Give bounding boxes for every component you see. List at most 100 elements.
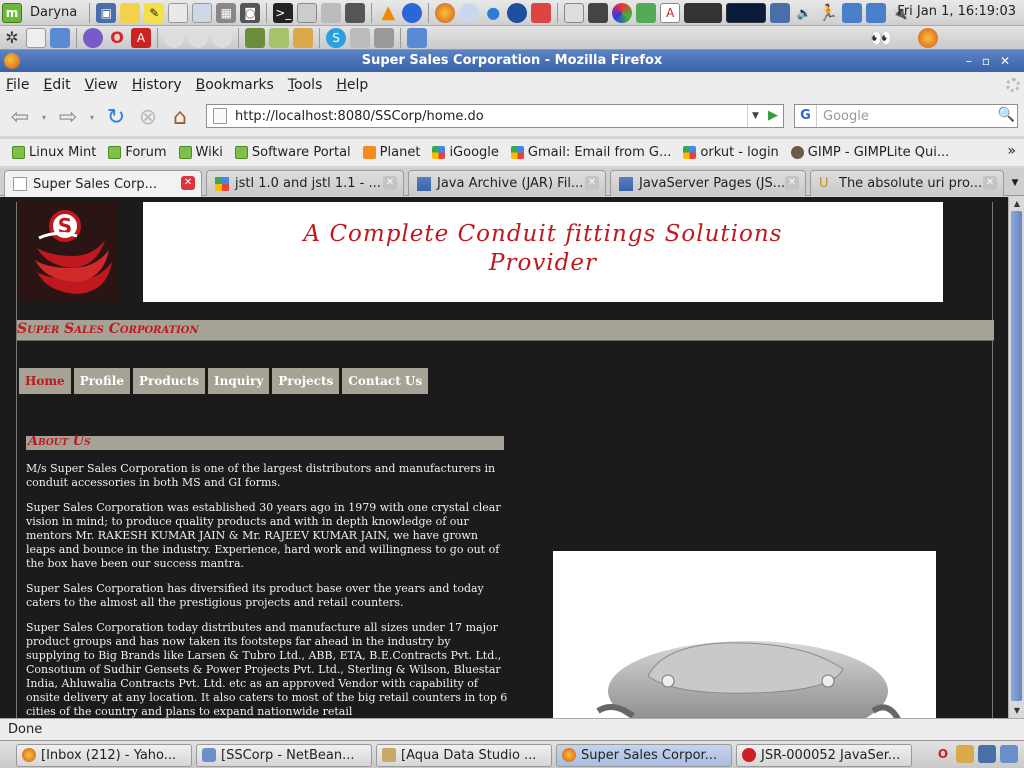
skype-icon[interactable]: S [326,27,346,48]
media-icon[interactable] [212,27,232,48]
vertical-scrollbar[interactable]: ▲ ▼ [1008,197,1024,718]
network-tools-icon[interactable] [321,2,342,23]
bookmark-item[interactable]: Planet [362,145,420,160]
scroll-up-arrow-icon[interactable]: ▲ [1009,197,1024,211]
gear2-icon[interactable] [374,27,394,48]
system-monitor-icon[interactable] [297,2,318,23]
menu-view[interactable]: View [85,77,118,93]
window-controls[interactable]: –▫✕ [966,50,1020,72]
bookmark-item[interactable]: Wiki [178,145,223,160]
search-input[interactable]: Google [823,109,869,124]
editor-launcher-icon[interactable] [26,27,46,48]
chat-icon[interactable] [459,2,480,23]
taskbar-item-netbeans[interactable]: [SSCorp - NetBean... [196,744,372,767]
drop-icon[interactable]: ● [483,3,503,23]
tab-close-icon[interactable]: ✕ [785,176,799,190]
back-button[interactable]: ⇦ [6,103,34,131]
menu-edit[interactable]: Edit [43,77,70,93]
tray-app-icon[interactable] [956,745,974,763]
clock[interactable]: Fri Jan 1, 16:19:03 [897,4,1016,19]
settings-gear-icon[interactable]: ✲ [2,28,22,48]
tray-display-icon[interactable] [1000,745,1018,763]
folder-green-icon[interactable] [269,27,289,48]
tab-close-icon[interactable]: ✕ [983,176,997,190]
taskbar-item-aqua[interactable]: [Aqua Data Studio ... [376,744,552,767]
nav-profile[interactable]: Profile [73,368,130,394]
go-arrow-icon[interactable]: ▶ [763,105,783,127]
bookmark-item[interactable]: iGoogle [432,145,499,160]
bookmarks-overflow-chevron-icon[interactable]: » [1007,143,1016,159]
bookmark-item[interactable]: Software Portal [234,145,351,160]
tab-jstl[interactable]: jstl 1.0 and jstl 1.1 - ... ✕ [206,170,404,196]
menu-help[interactable]: Help [336,77,368,93]
search-box[interactable]: G Google 🔍 [794,104,1018,128]
notes-icon[interactable]: ✎ [144,2,165,23]
folder-icon[interactable] [120,2,141,23]
record-icon[interactable] [188,27,208,48]
archive-icon[interactable] [293,27,313,48]
search-icon[interactable]: 🔍 [998,107,1015,123]
volume-icon[interactable]: 🔉 [794,3,814,23]
tab-jsp[interactable]: JavaServer Pages (JS... ✕ [610,170,806,196]
nav-inquiry[interactable]: Inquiry [208,368,270,394]
stop-button[interactable]: ⊗ [134,103,162,131]
workspace-switcher-icon[interactable] [684,2,723,23]
monitor-icon[interactable] [245,27,265,48]
bookmark-item[interactable]: Gmail: Email from G... [510,145,671,160]
forward-button[interactable]: ⇨ [54,103,82,131]
google-engine-icon[interactable]: G [795,105,817,127]
opera-tray-icon[interactable]: O [934,745,952,763]
bookmark-item[interactable]: Forum [108,145,167,160]
tab-close-icon[interactable]: ✕ [181,176,195,190]
scrollbar-thumb[interactable] [1011,211,1022,701]
firefox-icon[interactable] [4,53,20,69]
tab-list-dropdown-icon[interactable]: ▼ [1006,172,1024,194]
magnifier-icon[interactable] [564,2,585,23]
cd-icon[interactable] [164,27,184,48]
pdf-icon[interactable]: A [660,2,681,23]
firefox-launcher-icon[interactable] [435,2,456,23]
back-history-button[interactable]: ▾ [38,103,50,131]
tab-absolute-uri[interactable]: U The absolute uri pro... ✕ [810,170,1004,196]
nav-home[interactable]: Home [19,368,71,394]
scroll-down-arrow-icon[interactable]: ▼ [1009,704,1024,718]
bookmark-item[interactable]: orkut - login [683,145,779,160]
window-list2-icon[interactable] [866,2,887,23]
menu-history[interactable]: History [132,77,182,93]
cube2-icon[interactable] [407,27,427,48]
url-text[interactable]: http://localhost:8080/SSCorp/home.do [235,109,484,124]
text-editor-icon[interactable] [168,2,189,23]
menu-username[interactable]: Daryna [30,5,77,20]
taskbar-item-jsr[interactable]: JSR-000052 JavaSer... [736,744,912,767]
show-desktop-icon[interactable]: ▣ [96,2,117,23]
vlc-icon[interactable]: ▲ [378,2,398,23]
nav-contact-us[interactable]: Contact Us [342,368,429,394]
firefox-task-icon[interactable] [918,28,938,48]
terminal-icon[interactable]: >_ [273,2,294,23]
home-button[interactable]: ⌂ [166,103,194,131]
display-icon[interactable] [345,2,366,23]
url-dropdown-icon[interactable]: ▼ [747,105,763,127]
reload-button[interactable]: ↻ [102,103,130,131]
forward-history-button[interactable]: ▾ [86,103,98,131]
calculator-icon[interactable]: ▦ [216,2,237,23]
compass-icon[interactable] [402,2,423,23]
acrobat-icon[interactable]: A [131,27,151,48]
bookmark-item[interactable]: GIMP - GIMPLite Qui... [790,145,949,160]
network-icon[interactable] [770,2,791,23]
window-list-icon[interactable] [842,2,863,23]
tab-close-icon[interactable]: ✕ [383,176,397,190]
nav-products[interactable]: Products [132,368,206,394]
bookmark-item[interactable]: Linux Mint [12,145,96,160]
taskbar-item-inbox[interactable]: [Inbox (212) - Yaho... [16,744,192,767]
package-icon[interactable] [531,2,552,23]
tab-super-sales[interactable]: Super Sales Corp... ✕ [4,170,202,197]
window-titlebar[interactable]: Super Sales Corporation - Mozilla Firefo… [0,50,1024,72]
color-icon[interactable] [612,2,633,23]
url-bar[interactable]: http://localhost:8080/SSCorp/home.do ▼ ▶ [206,104,784,128]
menu-bookmarks[interactable]: Bookmarks [196,77,274,93]
taskbar-item-super-sales[interactable]: Super Sales Corpor... [556,744,732,767]
opera-icon[interactable]: O [107,28,127,48]
tab-java-archive[interactable]: Java Archive (JAR) Fil... ✕ [408,170,606,196]
menu-tools[interactable]: Tools [288,77,323,93]
